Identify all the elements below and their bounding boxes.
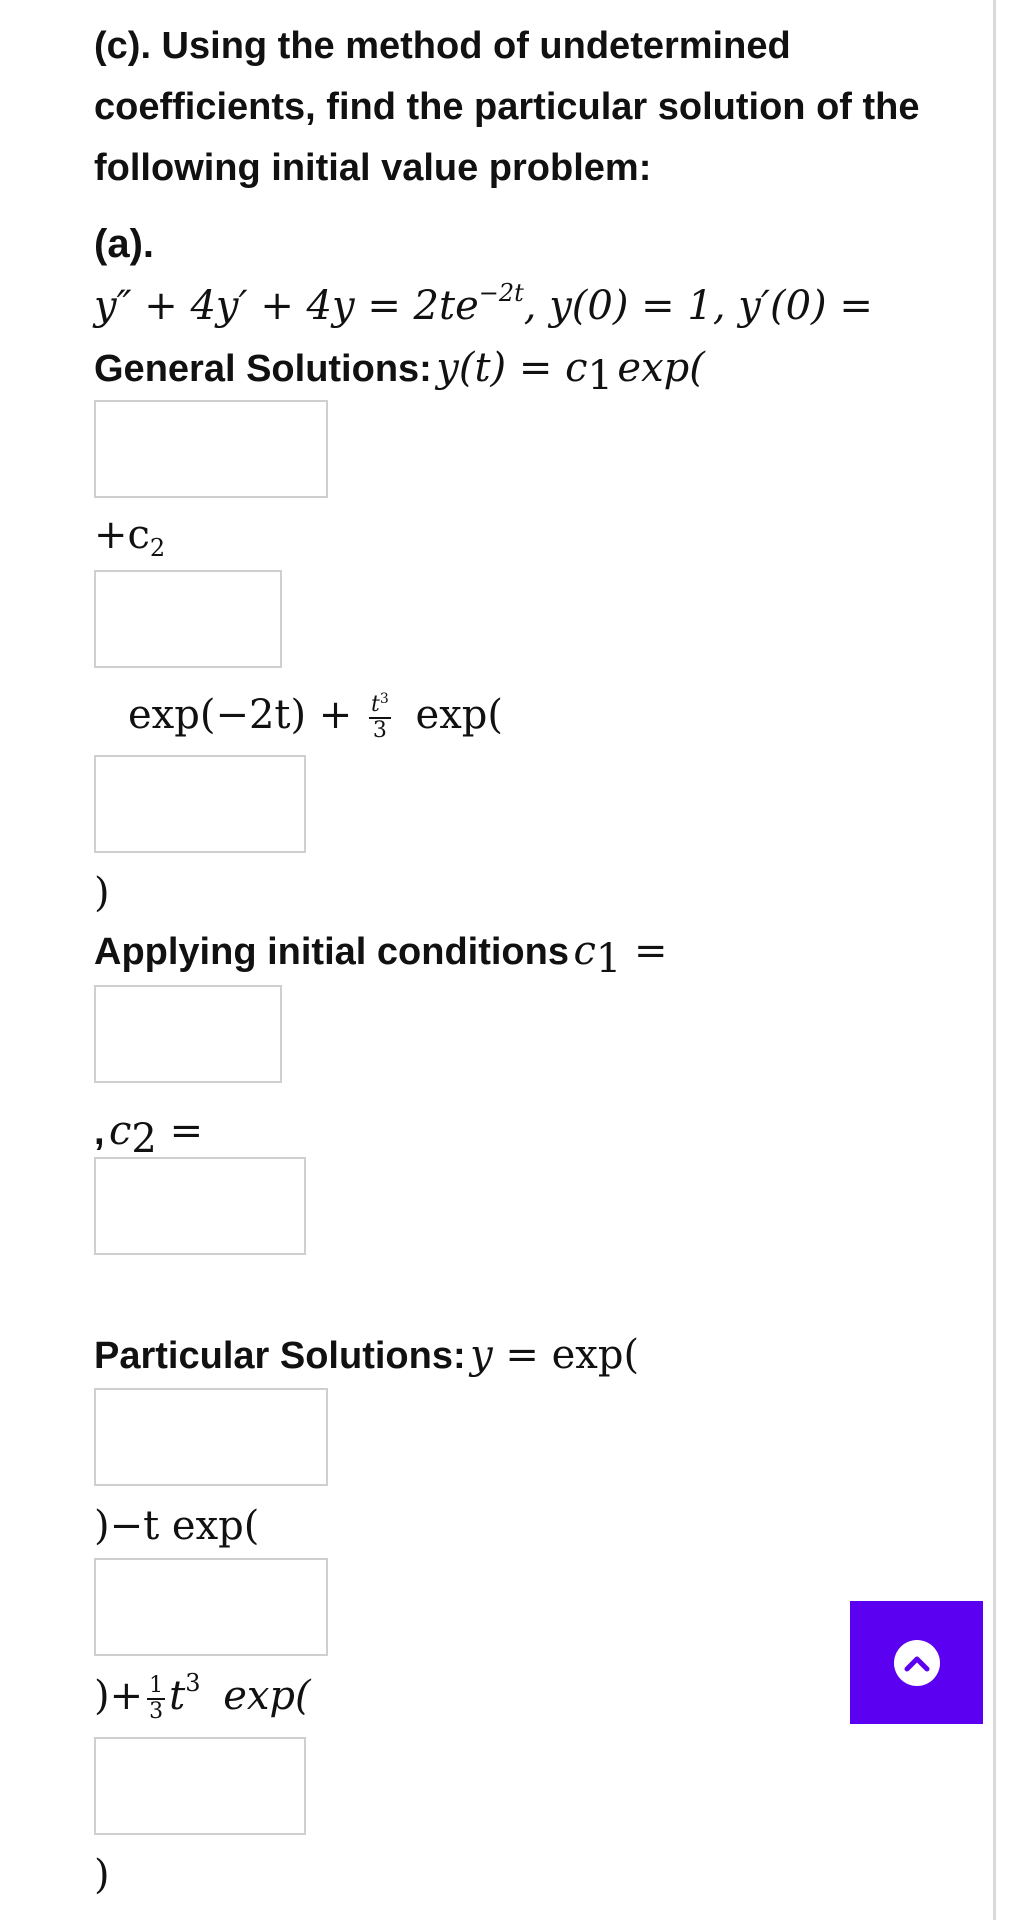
c1-value-input[interactable] xyxy=(94,985,282,1083)
question-heading: (c). Using the method of undetermined co… xyxy=(94,25,920,189)
part-label: (a). xyxy=(94,222,154,266)
particular-line-2: )−t exp( xyxy=(94,1503,259,1549)
frac-denominator: 3 xyxy=(372,718,387,743)
initial-conditions: , y(0) = 1, y′(0) = xyxy=(523,283,873,329)
plus-c2-line: +c2 xyxy=(94,512,165,560)
scroll-to-top-button[interactable] xyxy=(850,1601,983,1724)
particular-exponent-2-input[interactable] xyxy=(94,1558,328,1656)
c2-subscript: 2 xyxy=(149,534,166,562)
chevron-up-svg xyxy=(904,1656,929,1671)
particular-exp-open: exp( xyxy=(551,1332,640,1378)
c2-symbol: c xyxy=(109,1108,132,1154)
c2-equals: = xyxy=(156,1108,204,1154)
c1-symbol: c xyxy=(573,928,596,974)
particular-solution-line: Particular Solutions: y = exp( xyxy=(94,1332,639,1378)
plus-c2-text: +c xyxy=(94,512,150,558)
general-exponent-3-input[interactable] xyxy=(94,755,306,853)
c2-line: , c2 = xyxy=(94,1108,204,1159)
general-close-paren: ) xyxy=(94,870,110,916)
one-third-fraction: 13 xyxy=(147,1673,166,1724)
exp-minus-2t-text: exp(−2t) + xyxy=(128,692,353,738)
c2-subscript-2: 2 xyxy=(131,1116,157,1162)
particular-exponent-1-input[interactable] xyxy=(94,1388,328,1486)
particular-solution-label: Particular Solutions: xyxy=(94,1335,466,1377)
general-solution-line: General Solutions: y(t) = c1 exp( xyxy=(94,345,705,396)
one-third-numerator: 1 xyxy=(147,1673,166,1700)
t-cubed-over-3-fraction: t3 3 xyxy=(369,691,391,743)
general-solution-expr: y(t) = c xyxy=(436,345,588,391)
equation-lhs: y″ + 4y′ + 4y = 2te xyxy=(94,283,479,329)
one-third-denominator: 3 xyxy=(149,1699,164,1724)
initial-conditions-line: Applying initial conditions c1 = xyxy=(94,928,668,979)
general-solution-label: General Solutions: xyxy=(94,348,432,390)
page-right-border xyxy=(993,0,996,1920)
initial-conditions-label: Applying initial conditions xyxy=(94,931,569,973)
particular-exp-open-3: exp( xyxy=(223,1673,311,1719)
exp-open-1: exp( xyxy=(617,345,705,391)
c1-subscript-2: 1 xyxy=(595,936,622,982)
general-coefficient-2-input[interactable] xyxy=(94,570,282,668)
frac-t: t xyxy=(371,692,380,717)
comma-separator: , xyxy=(94,1111,105,1153)
particular-plus: )+ xyxy=(94,1673,144,1719)
particular-cube: 3 xyxy=(185,1669,201,1697)
particular-close-paren: ) xyxy=(94,1852,110,1898)
particular-t: t xyxy=(169,1673,186,1719)
particular-line-3: )+ 1 3 t3 exp( xyxy=(94,1671,311,1724)
general-exponent-1-input[interactable] xyxy=(94,400,328,498)
particular-exponent-3-input[interactable] xyxy=(94,1737,306,1835)
differential-equation: y″ + 4y′ + 4y = 2te−2t, y(0) = 1, y′(0) … xyxy=(94,281,873,329)
particular-y-equals: y = xyxy=(470,1332,552,1378)
particular-minus-t-exp: )−t exp( xyxy=(94,1503,260,1549)
exp-term-line: exp(−2t) + t3 3 exp( xyxy=(128,692,503,743)
c2-value-input[interactable] xyxy=(94,1157,306,1255)
equation-exponent: −2t xyxy=(478,279,524,307)
c1-equals: = xyxy=(621,928,668,974)
c1-subscript: 1 xyxy=(587,353,613,399)
exp-open-2: exp( xyxy=(415,692,503,738)
frac-cube: 3 xyxy=(379,691,389,707)
chevron-up-icon xyxy=(893,1639,940,1686)
